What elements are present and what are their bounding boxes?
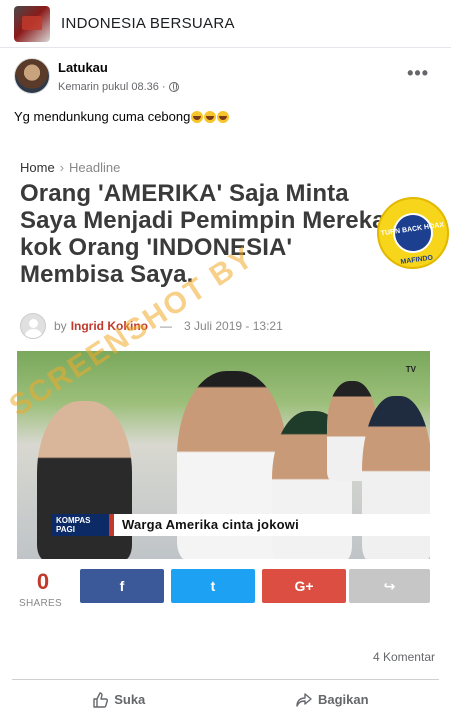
share-button[interactable]: Bagikan <box>226 680 440 711</box>
post-meta: Kemarin pukul 08.36 · <box>58 81 179 93</box>
shared-image[interactable]: Home › Headline Orang 'AMERIKA' Saja Minta… <box>0 145 451 630</box>
post-card: Latukau Kemarin pukul 08.36 · ••• Yg men… <box>0 52 451 711</box>
globe-icon <box>168 82 179 92</box>
post-action-bar: Suka Bagikan <box>12 679 439 711</box>
rofl-emoji-icon <box>217 111 230 123</box>
channel-name: KOMPAS <box>56 516 91 525</box>
program-name: PAGI <box>56 525 75 534</box>
video-still: TV KOMPAS PAGI Warga Amerika cinta jokow… <box>17 351 430 559</box>
article-headline: Orang 'AMERIKA' Saja Minta Saya Menjadi … <box>20 180 386 288</box>
like-label: Suka <box>114 692 146 707</box>
comment-count[interactable]: 4 Komentar <box>373 650 435 664</box>
video-caption: Warga Amerika cinta jokowi <box>109 514 430 536</box>
article-byline: by Ingrid Kokino — 3 Juli 2019 - 13:21 <box>20 313 283 339</box>
rofl-emoji-icon <box>204 111 217 123</box>
rofl-emoji-icon <box>191 111 204 123</box>
tv-logo: TV <box>405 365 416 374</box>
post-text: Yg mendunkung cuma cebong <box>14 109 230 124</box>
group-name[interactable]: INDONESIA BERSUARA <box>61 15 235 32</box>
share-label: SHARES <box>19 598 62 609</box>
facebook-share-button: f <box>80 569 164 603</box>
breadcrumb: Home › Headline <box>20 160 120 175</box>
breadcrumb-headline: Headline <box>69 160 121 175</box>
article-date: 3 Juli 2019 - 13:21 <box>184 319 283 333</box>
article-author: Ingrid Kokino <box>70 319 149 333</box>
group-header: INDONESIA BERSUARA <box>0 0 451 48</box>
google-plus-share-button: G+ <box>262 569 346 603</box>
group-avatar[interactable] <box>14 5 50 42</box>
share-count: 0 <box>36 569 50 594</box>
thumbs-up-icon <box>93 691 109 708</box>
post-text-content: Yg mendunkung cuma cebong <box>14 109 191 124</box>
article-share-row: 0 SHARES f t G+ ↪ <box>0 565 451 625</box>
more-options-icon[interactable]: ••• <box>407 64 429 82</box>
breadcrumb-separator: › <box>59 160 65 175</box>
post-timestamp[interactable]: Kemarin pukul 08.36 <box>58 81 159 93</box>
share-label: Bagikan <box>317 692 369 707</box>
share-arrow-icon <box>296 692 312 707</box>
avatar[interactable] <box>14 58 50 94</box>
author-avatar-icon <box>20 313 46 339</box>
twitter-share-button: t <box>171 569 255 603</box>
post-header: Latukau Kemarin pukul 08.36 · ••• <box>0 52 451 102</box>
breadcrumb-home: Home <box>20 160 55 175</box>
byline-dash: — <box>160 319 173 333</box>
author-name[interactable]: Latukau <box>58 60 108 75</box>
seal-bottom-text: MAFINDO <box>400 254 434 266</box>
generic-share-button: ↪ <box>349 569 430 603</box>
like-button[interactable]: Suka <box>12 680 226 711</box>
meta-separator: · <box>161 81 166 93</box>
byline-prefix: by <box>54 319 67 333</box>
